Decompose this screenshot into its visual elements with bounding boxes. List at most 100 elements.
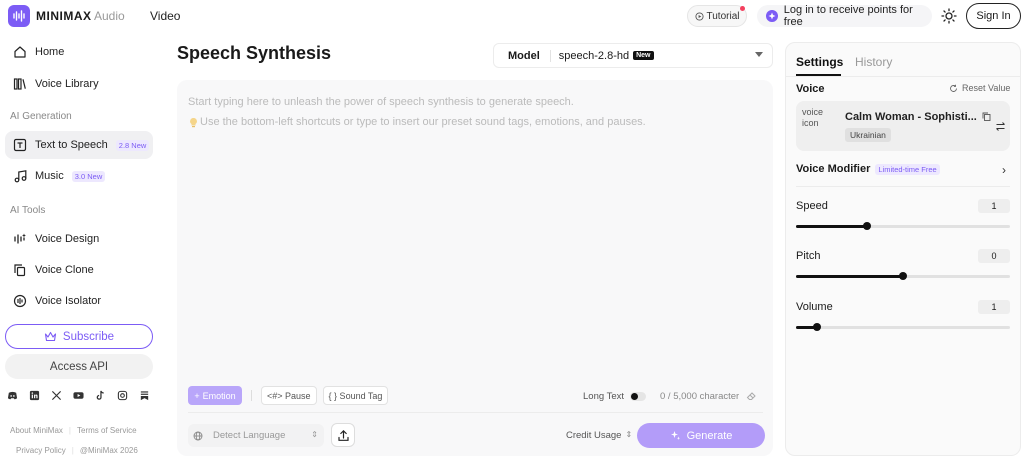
brand-audio-tab[interactable]: Audio xyxy=(94,9,125,23)
speed-label: Speed xyxy=(796,200,828,212)
tutorial-button[interactable]: Tutorial xyxy=(687,5,747,27)
tts-icon xyxy=(13,138,27,152)
about-link[interactable]: About MiniMax xyxy=(10,426,63,435)
voice-clone-icon xyxy=(14,264,26,277)
tab-history[interactable]: History xyxy=(855,55,892,69)
settings-panel: Settings History Voice Reset Value voice… xyxy=(785,42,1021,456)
voice-language-tag: Ukrainian xyxy=(845,128,891,142)
new-badge: 3.0 New xyxy=(71,170,106,182)
up-down-chevron-icon: ⇕ xyxy=(311,430,318,439)
toggle-switch[interactable] xyxy=(630,392,647,401)
linkedin-icon[interactable] xyxy=(29,390,40,401)
section-ai-generation: AI Generation xyxy=(10,111,72,122)
globe-icon xyxy=(193,431,203,440)
pitch-value-input[interactable]: 0 xyxy=(978,249,1010,263)
login-points-label: Log in to receive points for free xyxy=(783,4,913,28)
sidebar-item-label: Voice Isolator xyxy=(35,295,102,307)
instagram-icon[interactable] xyxy=(117,390,128,401)
footer-divider: | xyxy=(71,446,74,455)
upload-button[interactable] xyxy=(331,423,355,447)
new-badge: 2.8 New xyxy=(115,139,150,151)
sidebar-item-music[interactable]: Music 3.0 New xyxy=(5,162,153,190)
sidebar-item-voice-isolator[interactable]: Voice Isolator xyxy=(5,287,153,315)
sidebar-item-voice-library[interactable]: Voice Library xyxy=(5,70,153,98)
reset-value-button[interactable]: Reset Value xyxy=(949,83,1010,93)
voice-card[interactable]: voice icon Calm Woman - Sophisti... Ukra… xyxy=(796,101,1010,151)
social-links xyxy=(7,390,155,401)
terms-link[interactable]: Terms of Service xyxy=(77,426,137,435)
swap-icon[interactable] xyxy=(995,121,1006,132)
nav-video[interactable]: Video xyxy=(150,9,180,23)
generate-button[interactable]: Generate xyxy=(637,423,765,448)
voice-name: Calm Woman - Sophisti... xyxy=(845,111,977,123)
upload-icon xyxy=(337,429,349,441)
divider xyxy=(786,76,1020,77)
eraser-icon[interactable] xyxy=(746,390,757,401)
footer-links-row-1: About MiniMax | Terms of Service xyxy=(10,426,137,435)
subscribe-button[interactable]: Subscribe xyxy=(5,324,153,349)
youtube-icon[interactable] xyxy=(73,390,84,401)
library-icon xyxy=(13,78,26,90)
access-api-button[interactable]: Access API xyxy=(5,354,153,379)
x-icon[interactable] xyxy=(51,390,62,401)
sidebar-item-label: Voice Design xyxy=(35,233,100,245)
editor-placeholder: Start typing here to unleash the power o… xyxy=(188,96,574,108)
chevron-right-icon[interactable]: › xyxy=(1002,163,1006,177)
long-text-toggle[interactable]: Long Text xyxy=(583,391,647,402)
speed-value-input[interactable]: 1 xyxy=(978,199,1010,213)
privacy-link[interactable]: Privacy Policy xyxy=(16,446,66,455)
volume-slider[interactable] xyxy=(796,323,1010,331)
tab-settings[interactable]: Settings xyxy=(796,55,843,76)
text-editor[interactable]: Start typing here to unleash the power o… xyxy=(177,80,773,456)
tiktok-icon[interactable] xyxy=(95,390,106,401)
reset-label: Reset Value xyxy=(962,83,1011,93)
pitch-slider[interactable] xyxy=(796,272,1010,280)
music-icon xyxy=(14,170,27,183)
speed-slider[interactable] xyxy=(796,222,1010,230)
pitch-slider-fill xyxy=(796,275,903,278)
detect-language-select[interactable]: Detect Language ⇕ xyxy=(188,424,324,447)
sidebar-item-voice-clone[interactable]: Voice Clone xyxy=(5,256,153,284)
volume-slider-thumb[interactable] xyxy=(813,323,822,331)
pitch-slider-thumb[interactable] xyxy=(899,272,907,280)
new-badge: New xyxy=(633,51,654,60)
speed-slider-thumb[interactable] xyxy=(862,222,871,230)
footer-links-row-2: Privacy Policy | @MiniMax 2026 xyxy=(16,446,138,455)
sidebar-item-home[interactable]: Home xyxy=(5,38,153,66)
sidebar-item-label: Text to Speech xyxy=(35,139,108,151)
voice-modifier-row[interactable]: Voice Modifier Limited-time Free xyxy=(796,163,940,175)
divider xyxy=(188,412,763,413)
discord-icon[interactable] xyxy=(7,390,18,401)
divider xyxy=(549,49,551,62)
volume-value-input[interactable]: 1 xyxy=(978,300,1010,314)
top-bar: MINIMAX Audio Video Tutorial Log in to r… xyxy=(0,0,1024,32)
notification-dot xyxy=(740,6,745,11)
editor-toolbar: + Emotion <#> Pause { } Sound Tag xyxy=(188,386,389,405)
tutorial-label: Tutorial xyxy=(706,10,740,22)
limited-free-badge: Limited-time Free xyxy=(875,163,940,175)
copy-icon[interactable] xyxy=(982,112,991,121)
lightbulb-icon xyxy=(190,117,197,127)
minimax-logo-icon[interactable] xyxy=(8,5,30,27)
model-label: Model xyxy=(508,49,540,62)
emotion-label: Emotion xyxy=(202,390,236,401)
home-icon xyxy=(14,46,26,58)
points-icon xyxy=(766,10,778,22)
credit-usage-select[interactable]: Credit Usage ⇕ xyxy=(566,430,632,441)
sidebar: Home Voice Library AI Generation Text to… xyxy=(0,36,160,456)
sun-icon[interactable] xyxy=(941,8,957,24)
speed-slider-fill xyxy=(796,225,867,228)
sign-in-button[interactable]: Sign In xyxy=(966,3,1021,29)
model-select[interactable]: Model speech-2.8-hd New xyxy=(493,43,773,68)
sound-tag-button[interactable]: { } Sound Tag xyxy=(322,386,389,405)
voice-section-label: Voice xyxy=(796,83,825,95)
brand-name[interactable]: MINIMAX xyxy=(36,9,92,23)
substack-icon[interactable] xyxy=(139,390,150,401)
credit-usage-label: Credit Usage xyxy=(566,430,622,441)
pause-button[interactable]: <#> Pause xyxy=(261,386,317,405)
login-points-button[interactable]: Log in to receive points for free xyxy=(757,4,932,28)
sidebar-item-text-to-speech[interactable]: Text to Speech 2.8 New xyxy=(5,131,153,159)
emotion-button[interactable]: + Emotion xyxy=(188,386,242,405)
sidebar-item-voice-design[interactable]: Voice Design xyxy=(5,225,153,253)
voice-isolator-icon xyxy=(13,294,27,308)
